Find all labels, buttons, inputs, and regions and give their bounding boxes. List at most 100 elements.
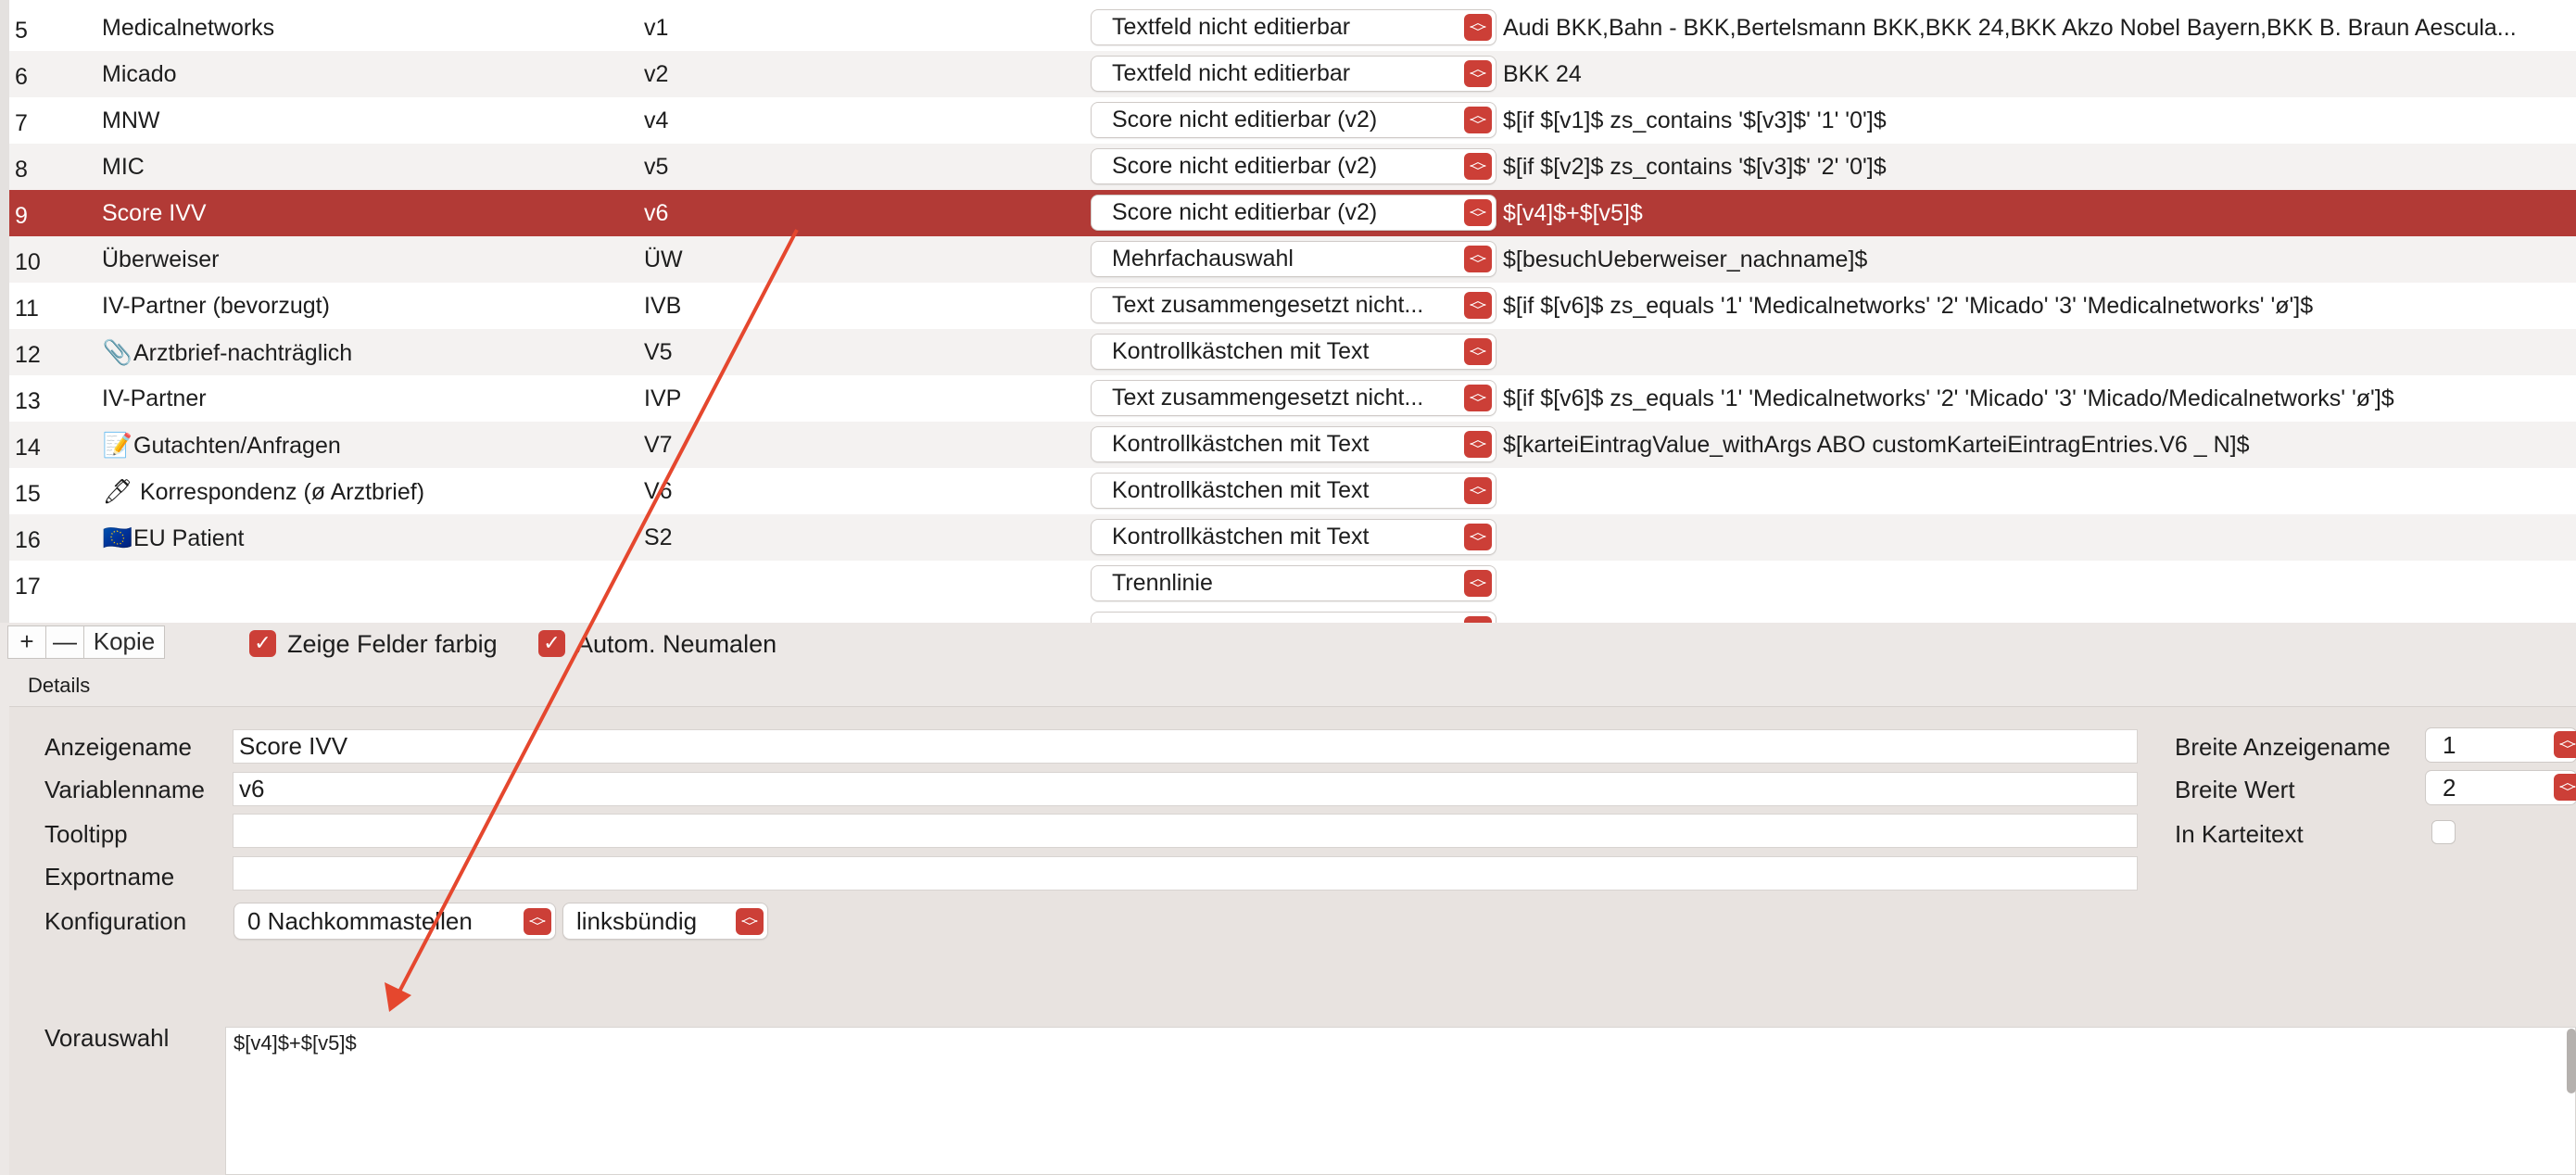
- row-type-value: Text zusammengesetzt nicht...: [1112, 385, 1424, 411]
- row-type-select[interactable]: Textfeld nicht editierbar ︿ ﹀: [1092, 10, 1496, 44]
- chevron-updown-icon: ︿﹀: [1464, 616, 1492, 623]
- copy-button[interactable]: Kopie: [83, 625, 165, 659]
- breite-anzeigename-stepper[interactable]: 1 ︿ ﹀: [2426, 728, 2576, 762]
- chevron-updown-icon: ︿﹀: [1464, 570, 1492, 597]
- tooltipp-label: Tooltipp: [44, 820, 128, 848]
- exportname-label: Exportname: [44, 863, 175, 891]
- table-row[interactable]: 6 Micado v2 Textfeld nicht editierbar ︿ ﹀ BKK …: [9, 51, 2576, 97]
- anzeigename-label: Anzeigename: [44, 733, 192, 761]
- chevron-updown-icon: ︿﹀: [1464, 431, 1492, 458]
- row-name-text: Korrespondenz (ø Arztbrief): [133, 479, 425, 505]
- breite-anzeigename-value: 1: [2443, 731, 2456, 759]
- row-expression: $[besuchUeberweiser_nachname]$: [1503, 246, 1868, 272]
- table-row[interactable]: 13 IV-Partner IVP Text zusammengesetzt nich…: [9, 375, 2576, 422]
- row-variable: IVB: [644, 293, 682, 319]
- exportname-field[interactable]: [233, 856, 2138, 891]
- table-row[interactable]: 8 MIC v5 Score nicht editierbar (v2) ︿ ﹀ $[if …: [9, 144, 2576, 190]
- auto-repaint-checkbox[interactable]: ✓: [538, 630, 565, 657]
- table-row[interactable]: 12 📎Arztbrief-nachträglich V5 Kontrollkästc…: [9, 329, 2576, 375]
- row-number: 16: [15, 527, 41, 553]
- remove-button[interactable]: —: [45, 625, 84, 659]
- row-type-value: Text zusammengesetzt nicht...: [1112, 292, 1424, 318]
- row-variable: IVP: [644, 385, 682, 411]
- row-expression: $[if $[v6]$ zs_equals '1' 'Medicalnetwor…: [1503, 293, 2314, 319]
- row-type-select[interactable]: Text zusammengesetzt nicht... ︿ ﹀: [1092, 288, 1496, 322]
- nachkommastellen-value: 0 Nachkommastellen: [247, 907, 473, 935]
- table-row[interactable]: 11 IV-Partner (bevorzugt) IVB Text zusammen…: [9, 283, 2576, 329]
- table-row[interactable]: 7 MNW v4 Score nicht editierbar (v2) ︿ ﹀ $[if …: [9, 97, 2576, 144]
- row-type-select[interactable]: Score nicht editierbar (v2) ︿ ﹀: [1092, 196, 1496, 230]
- table-row[interactable]: 17 Trennlinie ︿ ﹀: [9, 561, 2576, 607]
- tooltipp-field[interactable]: [233, 814, 2138, 848]
- row-type-select[interactable]: Text zusammengesetzt nicht... ︿ ﹀: [1092, 381, 1496, 415]
- row-type-value: Kontrollkästchen mit Text: [1112, 338, 1370, 364]
- in-karteitext-checkbox[interactable]: [2431, 820, 2456, 844]
- variablenname-field[interactable]: v6: [233, 772, 2138, 806]
- nachkommastellen-select[interactable]: 0 Nachkommastellen ︿ ﹀: [234, 903, 555, 939]
- row-display-name: IV-Partner: [102, 375, 639, 422]
- row-type-value: Textfeld nicht editierbar: [1112, 60, 1351, 86]
- table-row-partial[interactable]: ︿﹀: [9, 607, 2576, 623]
- table-row[interactable]: 16 🇪🇺EU Patient S2 Kontrollkästchen mit Tex…: [9, 514, 2576, 561]
- row-type-value: Kontrollkästchen mit Text: [1112, 431, 1370, 457]
- table-row[interactable]: 10 Überweiser ÜW Mehrfachauswahl ︿ ﹀ $[besuchU…: [9, 236, 2576, 283]
- chevron-updown-icon: ︿﹀: [1464, 199, 1492, 226]
- row-type-select[interactable]: Mehrfachauswahl ︿ ﹀: [1092, 242, 1496, 276]
- row-type-value: Mehrfachauswahl: [1112, 246, 1294, 272]
- row-variable: V5: [644, 339, 673, 365]
- chevron-updown-icon: ︿﹀: [1464, 338, 1492, 365]
- vorauswahl-textarea[interactable]: $[v4]$+$[v5]$: [225, 1027, 2576, 1175]
- row-type-select[interactable]: Kontrollkästchen mit Text ︿ ﹀: [1092, 474, 1496, 508]
- chevron-updown-icon: ︿﹀: [1464, 60, 1492, 87]
- anzeigename-field[interactable]: Score IVV: [233, 729, 2138, 764]
- table-toolbar: + — Kopie ✓ Zeige Felder farbig ✓ Autom.…: [0, 623, 2576, 671]
- row-type-select[interactable]: ︿﹀: [1092, 613, 1496, 623]
- vorauswahl-scrollbar[interactable]: [2567, 1029, 2576, 1093]
- in-karteitext-label: In Karteitext: [2175, 820, 2304, 848]
- row-display-name: 🖊 Korrespondenz (ø Arztbrief): [102, 468, 639, 515]
- variablenname-label: Variablenname: [44, 776, 205, 803]
- row-type-select[interactable]: Score nicht editierbar (v2) ︿ ﹀: [1092, 149, 1496, 183]
- chevron-updown-icon[interactable]: ︿ ﹀: [2554, 774, 2576, 801]
- chevron-updown-icon: ︿﹀: [524, 908, 551, 935]
- chevron-updown-icon: ︿﹀: [1464, 14, 1492, 41]
- row-type-select[interactable]: Score nicht editierbar (v2) ︿ ﹀: [1092, 103, 1496, 137]
- row-variable: v2: [644, 61, 669, 87]
- table-row[interactable]: 5 Medicalnetworks v1 Textfeld nicht editier…: [9, 5, 2576, 51]
- show-colored-checkbox[interactable]: ✓: [249, 630, 276, 657]
- row-icon: 📎: [102, 338, 133, 366]
- row-variable: v4: [644, 107, 669, 133]
- row-variable: v6: [644, 200, 669, 226]
- alignment-select[interactable]: linksbündig ︿ ﹀: [563, 903, 767, 939]
- table-row[interactable]: 14 📝Gutachten/Anfragen V7 Kontrollkästchen …: [9, 422, 2576, 468]
- row-variable: V6: [644, 478, 673, 504]
- row-name-text: EU Patient: [133, 525, 245, 551]
- table-row[interactable]: 15 🖊 Korrespondenz (ø Arztbrief) V6 Kontrol…: [9, 468, 2576, 514]
- row-type-select[interactable]: Textfeld nicht editierbar ︿ ﹀: [1092, 57, 1496, 91]
- row-name-text: Überweiser: [102, 246, 220, 272]
- breite-wert-value: 2: [2443, 774, 2456, 802]
- chevron-updown-icon[interactable]: ︿ ﹀: [2554, 731, 2576, 758]
- row-number: 13: [15, 388, 41, 414]
- row-display-name: 🇪🇺EU Patient: [102, 514, 639, 562]
- row-expression: Audi BKK,Bahn - BKK,Bertelsmann BKK,BKK …: [1503, 15, 2517, 41]
- fields-table[interactable]: 5 Medicalnetworks v1 Textfeld nicht editier…: [0, 0, 2576, 623]
- row-type-select[interactable]: Trennlinie ︿ ﹀: [1092, 566, 1496, 600]
- row-icon: 🇪🇺: [102, 524, 133, 551]
- row-type-select[interactable]: Kontrollkästchen mit Text ︿ ﹀: [1092, 427, 1496, 461]
- row-type-select[interactable]: Kontrollkästchen mit Text ︿ ﹀: [1092, 335, 1496, 369]
- row-expression: BKK 24: [1503, 61, 1582, 87]
- row-type-select[interactable]: Kontrollkästchen mit Text ︿ ﹀: [1092, 520, 1496, 554]
- show-colored-label: Zeige Felder farbig: [287, 630, 498, 658]
- chevron-updown-icon: ︿﹀: [1464, 385, 1492, 411]
- table-row[interactable]: 9 Score IVV v6 Score nicht editierbar (v2) ︿…: [9, 190, 2576, 236]
- auto-repaint-label: Autom. Neumalen: [576, 630, 777, 658]
- row-number: 8: [15, 157, 28, 183]
- breite-wert-stepper[interactable]: 2 ︿ ﹀: [2426, 771, 2576, 804]
- row-number: 12: [15, 342, 41, 368]
- row-variable: S2: [644, 524, 673, 550]
- row-display-name: MIC: [102, 144, 639, 190]
- add-button[interactable]: +: [7, 625, 46, 659]
- row-type-value: Score nicht editierbar (v2): [1112, 153, 1378, 179]
- row-display-name: Micado: [102, 51, 639, 97]
